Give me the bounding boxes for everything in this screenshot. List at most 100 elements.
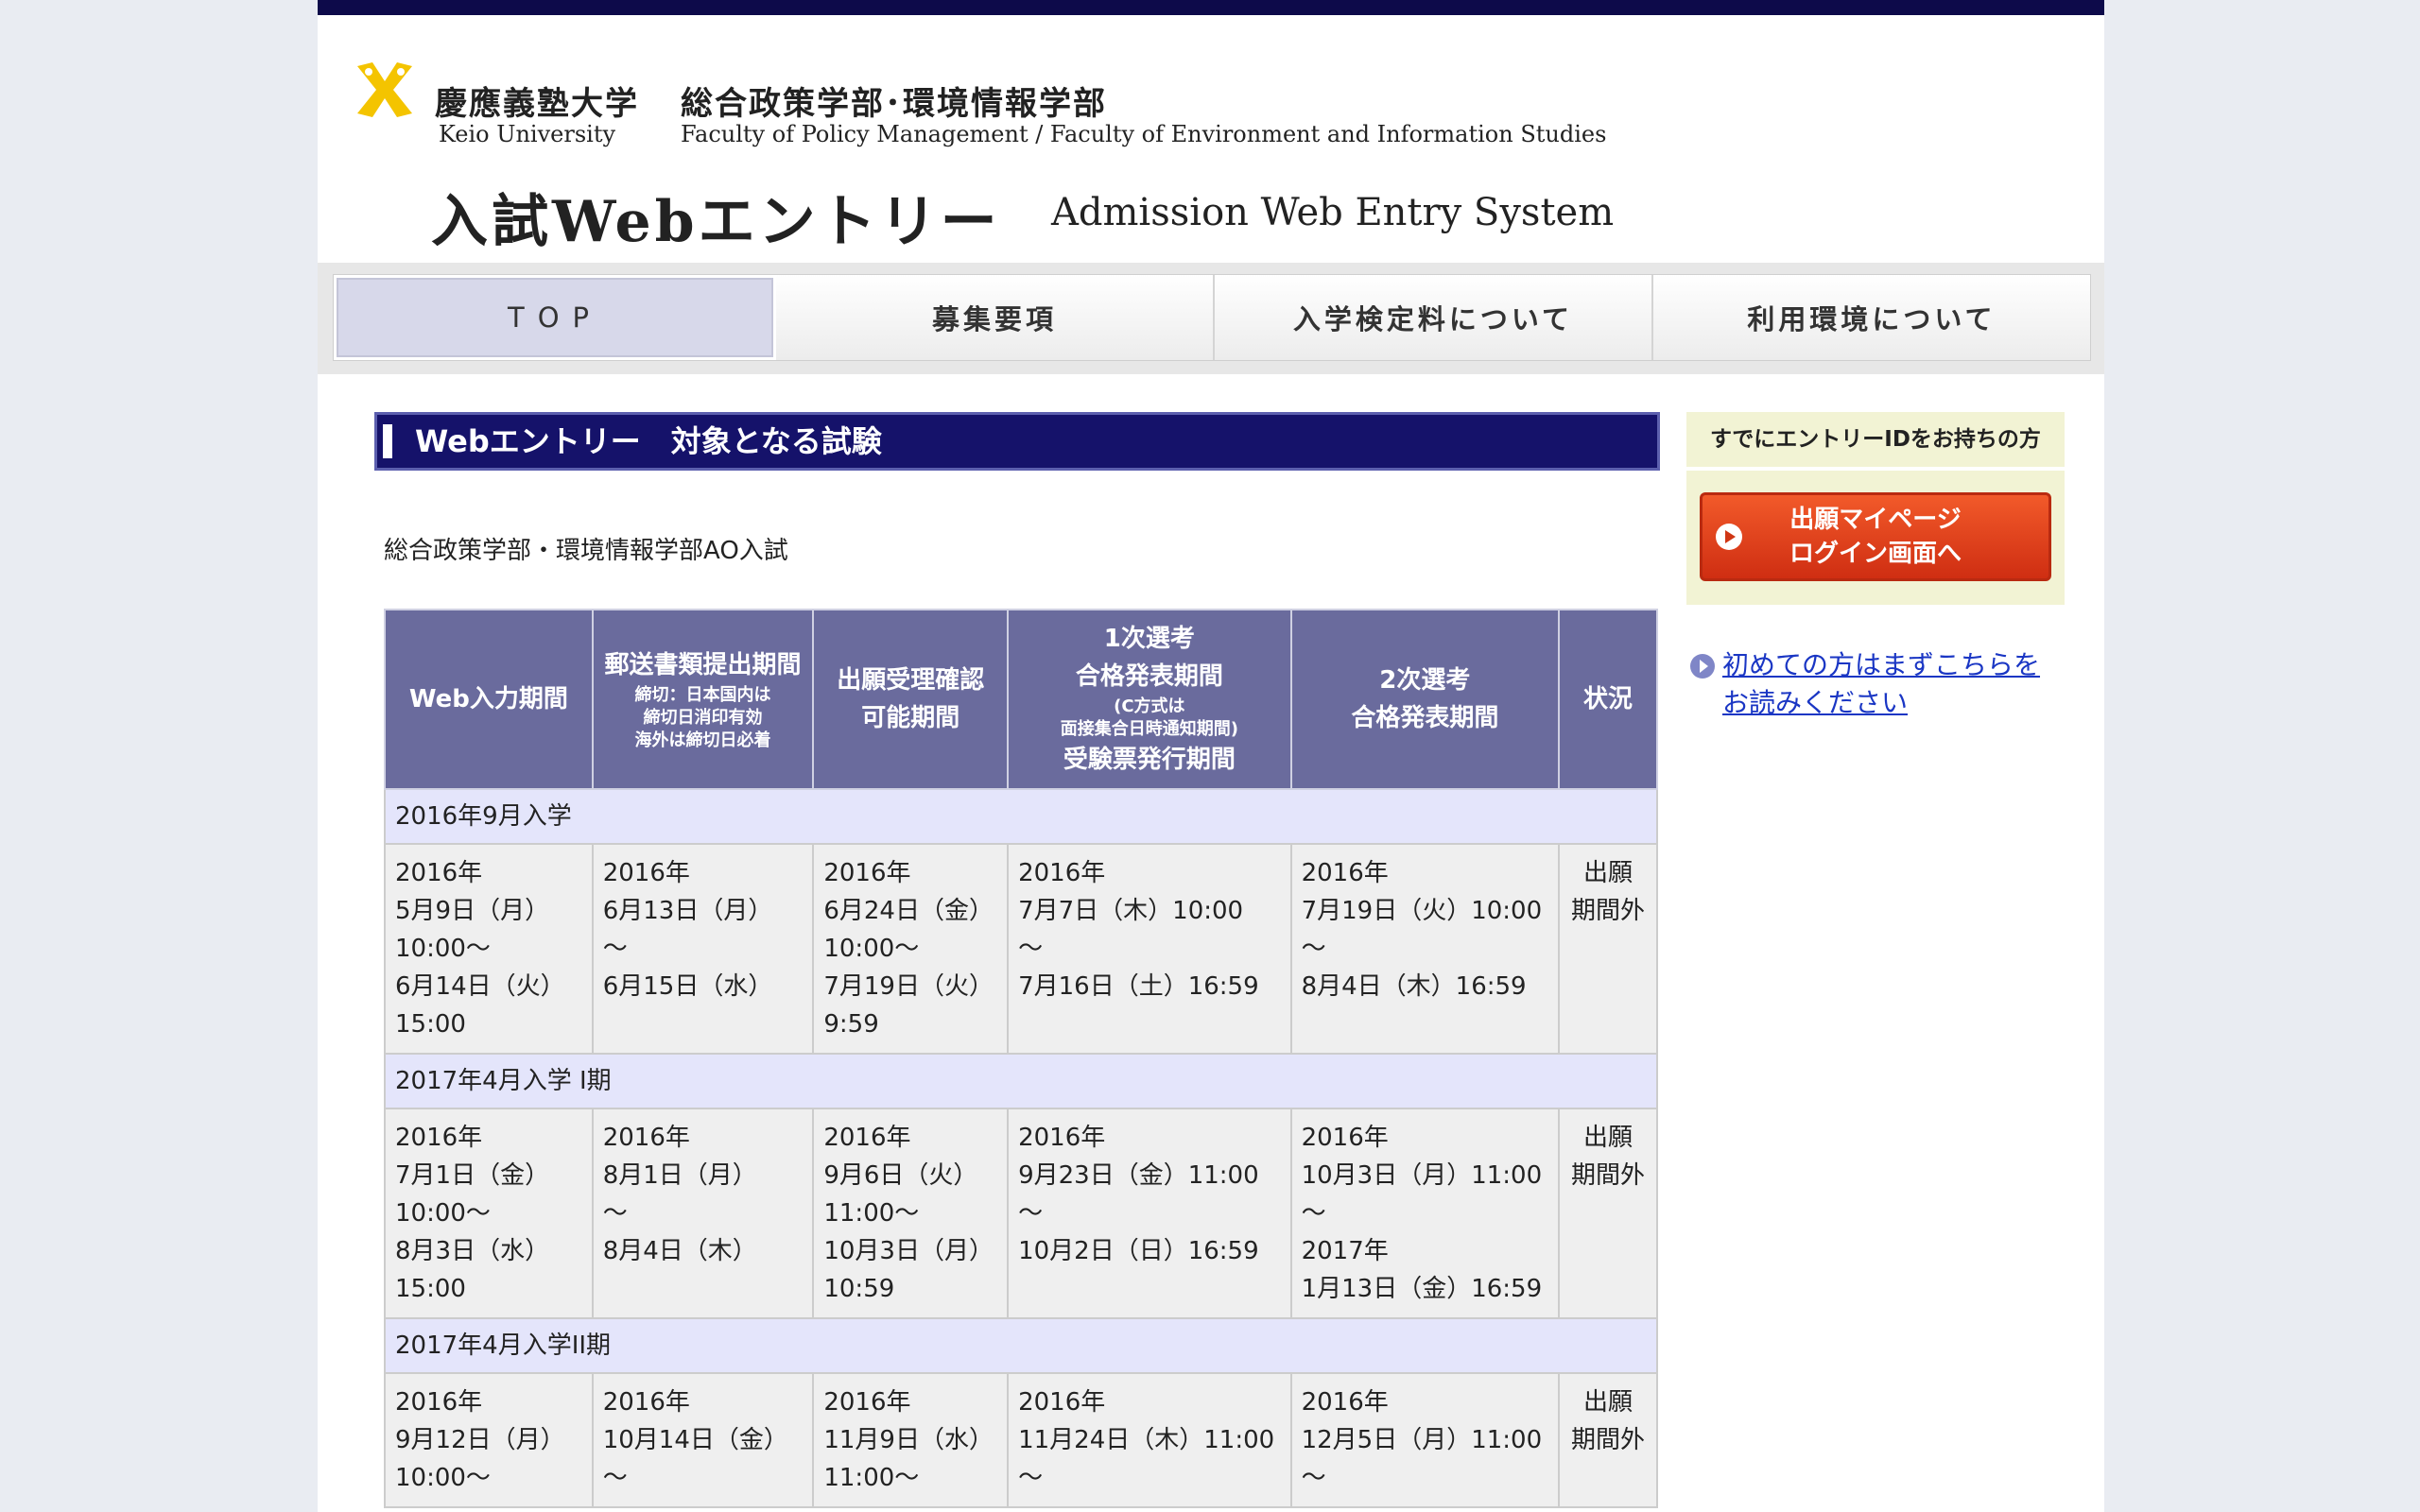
cell-line: ～	[602, 1464, 628, 1492]
cell-line: 出願	[1583, 1388, 1634, 1417]
nav-guidelines[interactable]: 募集要項	[776, 275, 1215, 360]
cell-line: ～	[1301, 1464, 1326, 1492]
cell-line: ～	[1018, 1464, 1044, 1492]
term-label: 2017年4月入学 I期	[384, 1053, 1658, 1109]
cell-line: 10:00～	[395, 1464, 491, 1492]
cell-line: 2016年	[395, 859, 483, 887]
term-row: 2016年9月入学	[384, 788, 1658, 845]
cell-line: 11:00～	[823, 1199, 920, 1228]
term-row: 2017年4月入学 I期	[384, 1053, 1658, 1109]
table-row: 2016年 5月9日（月） 10:00～ 6月14日（火） 15:00 2016年 6月13…	[384, 843, 1658, 1055]
login-button-line2: ログイン画面へ	[1789, 540, 1962, 568]
system-title-en: Admission Web Entry System	[1051, 191, 1615, 234]
cell-mail-period: 2016年 10月14日（金） ～	[591, 1372, 815, 1508]
cell-status: 出願 期間外	[1558, 1108, 1658, 1319]
arrow-right-icon	[1716, 524, 1742, 550]
cell-second-selection: 2016年 10月3日（月）11:00 ～ 2017年 1月13日（金）16:59	[1289, 1108, 1561, 1319]
university-name-jp: 慶應義塾大学	[435, 85, 639, 123]
cell-confirm-period: 2016年 6月24日（金） 10:00～ 7月19日（火） 9:59	[812, 843, 1010, 1055]
cell-line: 9:59	[823, 1010, 879, 1039]
term-row: 2017年4月入学II期	[384, 1317, 1658, 1374]
cell-line: 7月7日（木）10:00	[1018, 897, 1244, 925]
cell-line: 1月13日（金）16:59	[1301, 1275, 1543, 1303]
cell-line: ～	[602, 935, 628, 963]
cell-line: 8月1日（月）	[602, 1161, 757, 1190]
header-web-period: Web入力期間	[384, 609, 594, 790]
cell-line: 10月2日（日）16:59	[1018, 1237, 1259, 1265]
cell-line: 2016年	[1301, 1124, 1389, 1152]
sidebar: すでにエントリーIDをお持ちの方 出願マイページ ログイン画面へ 初めての方はま…	[1686, 412, 2065, 722]
top-bar	[318, 0, 2104, 15]
cell-second-selection: 2016年 7月19日（火）10:00 ～ 8月4日（木）16:59	[1289, 843, 1561, 1055]
cell-line: ～	[1301, 935, 1326, 963]
cell-line: 2016年	[602, 1124, 690, 1152]
cell-web-period: 2016年 9月12日（月） 10:00～	[384, 1372, 594, 1508]
cell-line: 10月3日（月）	[823, 1237, 994, 1265]
cell-line: 12月5日（月）11:00	[1301, 1426, 1543, 1454]
cell-line: 7月19日（火）	[823, 972, 994, 1001]
cell-line: 5月9日（月）	[395, 897, 550, 925]
cell-line: 2016年	[602, 1388, 690, 1417]
cell-line: 出願	[1583, 859, 1634, 887]
page: 慶應義塾大学 Keio University 総合政策学部･環境情報学部 Fac…	[318, 0, 2104, 1512]
cell-first-selection: 2016年 11月24日（木）11:00 ～	[1007, 1372, 1292, 1508]
cell-line: 10:00～	[395, 935, 491, 963]
cell-confirm-period: 2016年 11月9日（水） 11:00～	[812, 1372, 1010, 1508]
cell-line: 9月23日（金）11:00	[1018, 1161, 1259, 1190]
cell-line: 10:00～	[823, 935, 920, 963]
login-button-line1: 出願マイページ	[1789, 506, 1962, 534]
header-first-selection: 1次選考 合格発表期間 (C方式は 面接集合日時通知期間) 受験票発行期間	[1007, 609, 1292, 790]
cell-mail-period: 2016年 6月13日（月） ～ 6月15日（水）	[591, 843, 815, 1055]
cell-line: ～	[1301, 1199, 1326, 1228]
exam-subtitle: 総合政策学部・環境情報学部AO入試	[384, 537, 788, 565]
header-mail-period: 郵送書類提出期間 締切：日本国内は 締切日消印有効 海外は締切日必着	[591, 609, 815, 790]
cell-line: 2016年	[1018, 859, 1106, 887]
cell-line: 2016年	[1301, 1388, 1389, 1417]
cell-line: 2016年	[395, 1124, 483, 1152]
main-content: Webエントリー 対象となる試験 総合政策学部・環境情報学部AO入試 Web入力…	[374, 412, 1660, 1508]
header-confirm-period: 出願受理確認 可能期間	[812, 609, 1010, 790]
cell-line: 2016年	[1018, 1388, 1106, 1417]
term-label: 2016年9月入学	[384, 788, 1658, 845]
keio-logo-icon[interactable]	[354, 59, 416, 121]
cell-web-period: 2016年 7月1日（金） 10:00～ 8月3日（水） 15:00	[384, 1108, 594, 1319]
cell-status: 出願 期間外	[1558, 1372, 1658, 1508]
exam-schedule-table: Web入力期間 郵送書類提出期間 締切：日本国内は 締切日消印有効 海外は締切日…	[384, 609, 1658, 1508]
cell-line: 10:59	[823, 1275, 895, 1303]
cell-line: 出願	[1583, 1124, 1634, 1152]
cell-line: 2016年	[823, 859, 911, 887]
system-title-jp: 入試Webエントリー	[431, 189, 1001, 255]
cell-line: 2016年	[823, 1124, 911, 1152]
term-label: 2017年4月入学II期	[384, 1317, 1658, 1374]
cell-line: 期間外	[1571, 1426, 1646, 1454]
cell-first-selection: 2016年 7月7日（木）10:00 ～ 7月16日（土）16:59	[1007, 843, 1292, 1055]
nav-environment[interactable]: 利用環境について	[1653, 275, 2090, 360]
cell-line: ～	[1018, 1199, 1044, 1228]
cell-line: 8月4日（木）16:59	[1301, 972, 1527, 1001]
cell-line: ～	[1018, 935, 1044, 963]
cell-line: 9月12日（月）	[395, 1426, 565, 1454]
faculty-name-jp: 総合政策学部･環境情報学部	[681, 85, 1107, 123]
nav-wrapper: TOP 募集要項 入学検定料について 利用環境について	[318, 263, 2104, 374]
header-second-selection: 2次選考 合格発表期間	[1289, 609, 1561, 790]
cell-line: 6月24日（金）	[823, 897, 994, 925]
cell-line: 2016年	[602, 859, 690, 887]
first-time-link[interactable]: 初めての方はまずこちらを お読みください	[1722, 646, 2065, 722]
cell-line: 6月15日（水）	[602, 972, 773, 1001]
cell-line: 10:00～	[395, 1199, 491, 1228]
nav-exam-fee[interactable]: 入学検定料について	[1215, 275, 1653, 360]
cell-line: 15:00	[395, 1275, 466, 1303]
login-button[interactable]: 出願マイページ ログイン画面へ	[1700, 492, 2051, 581]
faculty-name-en: Faculty of Policy Management / Faculty o…	[681, 121, 1607, 147]
nav-top[interactable]: TOP	[334, 275, 776, 360]
cell-line: 9月6日（火）	[823, 1161, 978, 1190]
table-row: 2016年 9月12日（月） 10:00～ 2016年 10月14日（金） ～ 2016年 1…	[384, 1372, 1658, 1508]
cell-line: 2016年	[1018, 1124, 1106, 1152]
login-box-title: すでにエントリーIDをお持ちの方	[1686, 412, 2065, 471]
cell-line: 15:00	[395, 1010, 466, 1039]
cell-line: 10月3日（月）11:00	[1301, 1161, 1543, 1190]
cell-line: 6月13日（月）	[602, 897, 773, 925]
table-row: 2016年 7月1日（金） 10:00～ 8月3日（水） 15:00 2016年 8月1日（…	[384, 1108, 1658, 1319]
cell-line: 2016年	[395, 1388, 483, 1417]
first-time-link-block: 初めての方はまずこちらを お読みください	[1686, 646, 2065, 722]
